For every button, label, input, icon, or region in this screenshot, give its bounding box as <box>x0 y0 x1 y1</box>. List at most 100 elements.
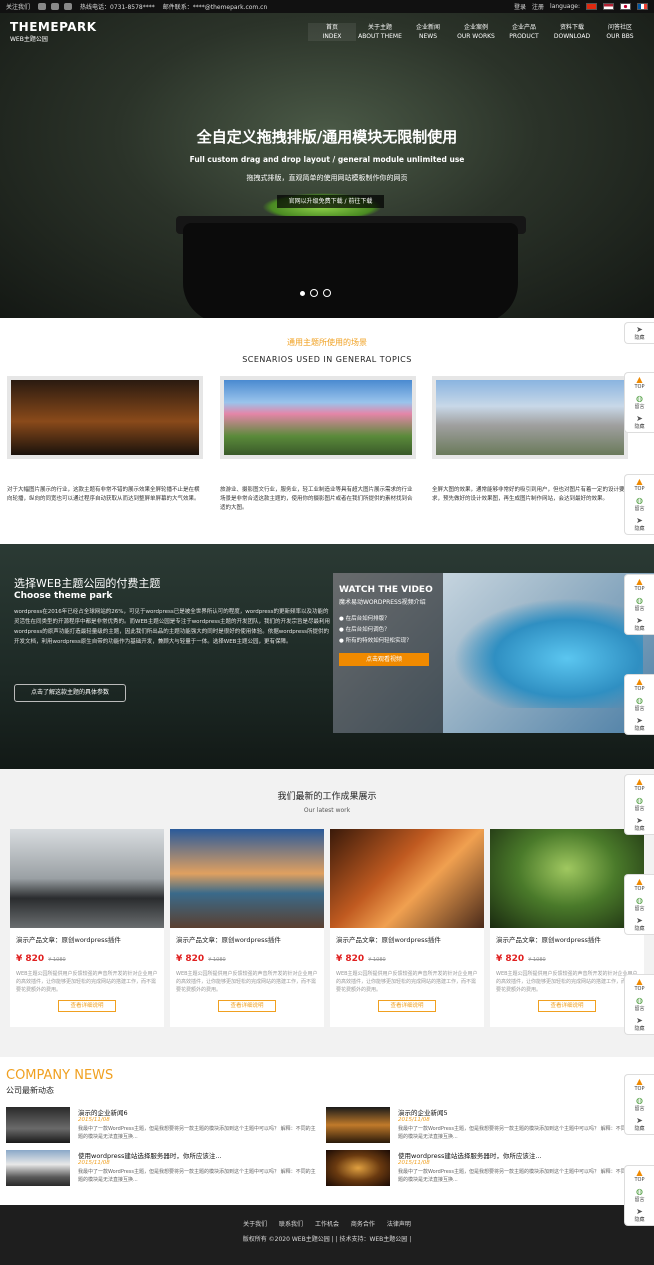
side-comment-button[interactable]: ◍ 留言 <box>625 894 654 914</box>
carousel-dot-2[interactable] <box>310 289 318 297</box>
comment-icon: ◍ <box>636 1187 643 1196</box>
tencent-weibo-icon[interactable] <box>51 3 60 10</box>
side-top-button[interactable]: ▲ TOP <box>625 775 654 794</box>
nav-news[interactable]: 企业新闻 NEWS <box>404 23 452 41</box>
side-top-button[interactable]: ▲ TOP <box>625 373 654 392</box>
flag-fr-icon[interactable] <box>637 3 648 10</box>
work-image-building[interactable] <box>330 829 484 928</box>
news-item-summary: 我最中了一款WordPress主题，但是我想要将另一款主题的模块添加到这个主题中… <box>398 1126 636 1140</box>
side-hide-button[interactable]: ➤ 隐藏 <box>625 714 654 734</box>
flag-jp-icon[interactable] <box>620 3 631 10</box>
main-nav: 首页 INDEX 关于主题 ABOUT THEME 企业新闻 NEWS 企业案例 OUR… <box>308 22 644 41</box>
side-label: 隐藏 <box>634 826 645 832</box>
side-label: 留言 <box>634 1006 645 1012</box>
news-item-title[interactable]: 演示的企业新闻6 <box>78 1107 128 1117</box>
side-label: 留言 <box>634 906 645 912</box>
flag-us-icon[interactable] <box>603 3 614 10</box>
scenario-image-blossom[interactable] <box>220 376 416 459</box>
footer-link-legal[interactable]: 法律声明 <box>387 1221 411 1228</box>
register-link[interactable]: 注册 <box>532 2 544 11</box>
side-top-button[interactable]: ▲ TOP <box>625 875 654 894</box>
side-comment-button[interactable]: ◍ 留言 <box>625 694 654 714</box>
latest-subtitle: Our latest work <box>303 807 351 814</box>
work-image-sea[interactable] <box>170 829 324 928</box>
news-thumbnail[interactable] <box>326 1150 390 1186</box>
nav-product[interactable]: 企业产品 PRODUCT <box>500 23 548 41</box>
news-thumbnail[interactable] <box>6 1107 70 1143</box>
view-detail-button[interactable]: 查看详细说明 <box>218 1000 276 1012</box>
side-hide-button[interactable]: ➤ 隐藏 <box>625 323 654 343</box>
side-comment-button[interactable]: ◍ 留言 <box>625 994 654 1014</box>
work-image-car[interactable] <box>10 829 164 928</box>
side-comment-button[interactable]: ◍ 留言 <box>625 1185 654 1205</box>
news-item-title[interactable]: 演示的企业新闻5 <box>398 1107 448 1117</box>
work-name[interactable]: 演示产品文章：原创wordpress插件 <box>496 934 638 944</box>
scenario-image-night-street[interactable] <box>7 376 203 459</box>
side-widget: ▲ TOP ◍ 留言 ➤ 隐藏 <box>624 474 654 535</box>
news-thumbnail[interactable] <box>326 1107 390 1143</box>
nav-label-cn: 首页 <box>325 23 338 31</box>
view-detail-button[interactable]: 查看详细说明 <box>538 1000 596 1012</box>
nav-index[interactable]: 首页 INDEX <box>308 22 356 41</box>
side-hide-button[interactable]: ➤ 隐藏 <box>625 514 654 534</box>
nav-bbs[interactable]: 问答社区 OUR BBS <box>596 23 644 41</box>
flag-cn-icon[interactable] <box>586 3 597 10</box>
side-hide-button[interactable]: ➤ 隐藏 <box>625 1014 654 1034</box>
work-desc: WEB主题公园所提供用户反馈较强的声音所开发的针对企业用户的高效插件，让你能够更… <box>16 971 158 993</box>
work-name[interactable]: 演示产品文章：原创wordpress插件 <box>16 934 158 944</box>
choose-section: 选择WEB主题公园的付费主题 Choose theme park wordpre… <box>0 544 654 769</box>
work-image-pine[interactable] <box>490 829 644 928</box>
scenario-image-railway[interactable] <box>432 376 628 459</box>
logo[interactable]: THEMEPARK WEB主题公园 <box>10 20 97 43</box>
logo-sub: WEB主题公园 <box>10 36 48 43</box>
side-hide-button[interactable]: ➤ 隐藏 <box>625 1205 654 1225</box>
side-hide-button[interactable]: ➤ 隐藏 <box>625 814 654 834</box>
nav-works[interactable]: 企业案例 OUR WORKS <box>452 23 500 41</box>
theme-params-button[interactable]: 点击了解这款主题的具体参数 <box>14 684 126 702</box>
side-top-button[interactable]: ▲ TOP <box>625 575 654 594</box>
side-comment-button[interactable]: ◍ 留言 <box>625 594 654 614</box>
nav-download[interactable]: 资料下载 DOWNLOAD <box>548 23 596 41</box>
price-old: ¥ 1080 <box>528 957 546 963</box>
side-top-button[interactable]: ▲ TOP <box>625 1166 654 1185</box>
price-old: ¥ 1080 <box>208 957 226 963</box>
news-thumbnail[interactable] <box>6 1150 70 1186</box>
side-label: TOP <box>634 586 645 592</box>
side-top-button[interactable]: ▲ TOP <box>625 975 654 994</box>
language-label: language: <box>550 3 580 10</box>
side-hide-button[interactable]: ➤ 隐藏 <box>625 614 654 634</box>
side-hide-button[interactable]: ➤ 隐藏 <box>625 412 654 432</box>
rocket-icon: ▲ <box>636 577 643 586</box>
login-link[interactable]: 登录 <box>514 2 526 11</box>
watch-video-button[interactable]: 点击观看视频 <box>339 653 429 666</box>
view-detail-button[interactable]: 查看详细说明 <box>378 1000 436 1012</box>
scenario-card: 旅游业、摄影图文行业，服务业，轻工业制造业等具有超大图片展示需求的行业场景是非常… <box>220 376 416 513</box>
news-item-title[interactable]: 使用wordpress建站选择服务器时，你所应该注... <box>398 1150 542 1160</box>
nav-label-cn: 关于主题 <box>367 23 392 31</box>
carousel-dot-1[interactable] <box>300 290 305 296</box>
side-top-button[interactable]: ▲ TOP <box>625 475 654 494</box>
side-comment-button[interactable]: ◍ 留言 <box>625 494 654 514</box>
weibo-icon[interactable] <box>38 3 47 10</box>
side-top-button[interactable]: ▲ TOP <box>625 675 654 694</box>
work-name[interactable]: 演示产品文章：原创wordpress插件 <box>176 934 318 944</box>
carousel-dot-3[interactable] <box>323 289 331 297</box>
side-top-button[interactable]: ▲ TOP <box>625 1075 654 1094</box>
footer-link-jobs[interactable]: 工作机会 <box>315 1221 339 1228</box>
side-widget: ▲ TOP ◍ 留言 ➤ 隐藏 <box>624 574 654 635</box>
side-comment-button[interactable]: ◍ 留言 <box>625 1094 654 1114</box>
footer-link-about[interactable]: 关于我们 <box>243 1221 267 1228</box>
side-comment-button[interactable]: ◍ 留言 <box>625 392 654 412</box>
news-item-title[interactable]: 使用wordpress建站选择服务器时，你所应该注... <box>78 1150 222 1160</box>
hero-download-button[interactable]: 官网以升级免费下载 / 前往下载 <box>277 195 384 208</box>
work-name[interactable]: 演示产品文章：原创wordpress插件 <box>336 934 478 944</box>
wechat-icon[interactable] <box>64 3 73 10</box>
footer-link-contact[interactable]: 联系我们 <box>279 1221 303 1228</box>
nav-about[interactable]: 关于主题 ABOUT THEME <box>356 23 404 41</box>
footer-link-business[interactable]: 商务合作 <box>351 1221 375 1228</box>
side-hide-button[interactable]: ➤ 隐藏 <box>625 1114 654 1134</box>
side-hide-button[interactable]: ➤ 隐藏 <box>625 914 654 934</box>
view-detail-button[interactable]: 查看详细说明 <box>58 1000 116 1012</box>
rocket-icon: ▲ <box>636 375 643 384</box>
side-comment-button[interactable]: ◍ 留言 <box>625 794 654 814</box>
